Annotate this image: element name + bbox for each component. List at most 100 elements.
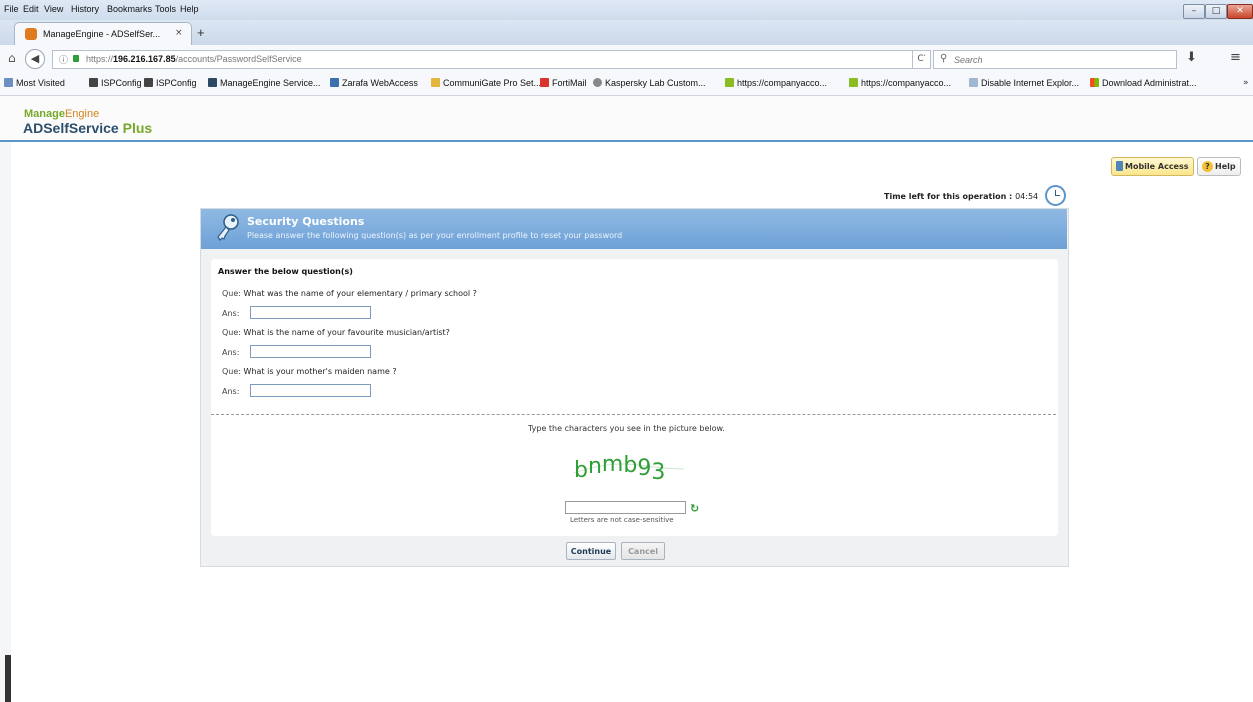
captcha-input[interactable]	[565, 501, 686, 514]
back-arrow-icon: ◀	[30, 52, 40, 65]
browser-tab[interactable]: ManageEngine - ADSelfSer... ×	[14, 22, 192, 46]
answer-3-input[interactable]	[250, 384, 371, 397]
divider	[211, 414, 1056, 415]
search-input[interactable]	[952, 52, 1171, 67]
bookmark-item[interactable]: ISPConfig	[144, 78, 197, 88]
bookmark-item[interactable]: Zarafa WebAccess	[330, 78, 418, 88]
captcha-refresh-icon[interactable]: ↻	[690, 502, 699, 515]
home-icon[interactable]: ⌂	[8, 51, 16, 65]
answer-1-input[interactable]	[250, 306, 371, 319]
bookmark-label: Download Administrat...	[1102, 78, 1197, 88]
bookmark-item[interactable]: Kaspersky Lab Custom...	[593, 78, 706, 88]
bookmark-label: CommuniGate Pro Set...	[443, 78, 542, 88]
captcha-char: b	[623, 453, 637, 478]
bookmark-label: ISPConfig	[156, 78, 197, 88]
mobile-icon	[1116, 161, 1123, 171]
close-window-button[interactable]: ✕	[1227, 4, 1253, 19]
bookmark-icon	[208, 78, 217, 87]
bookmark-label: FortiMail	[552, 78, 587, 88]
ans-label: Ans:	[222, 348, 240, 357]
reload-button[interactable]: C′	[912, 50, 931, 69]
bookmarks-bar: Most Visited ISPConfig ISPConfig ManageE…	[0, 73, 1253, 96]
brand-logo-top: ManageEngine	[24, 108, 99, 120]
captcha-char: n	[588, 454, 602, 479]
maximize-button[interactable]: □	[1205, 4, 1227, 19]
answer-2-input[interactable]	[250, 345, 371, 358]
captcha-instruction: Type the characters you see in the pictu…	[528, 424, 725, 433]
search-box[interactable]: ⚲	[933, 50, 1177, 69]
bookmark-item[interactable]: FortiMail	[540, 78, 587, 88]
bookmark-icon	[725, 78, 734, 87]
bookmark-icon	[89, 78, 98, 87]
bookmark-icon	[849, 78, 858, 87]
bookmark-item[interactable]: https://companyacco...	[725, 78, 827, 88]
bookmark-item[interactable]: Download Administrat...	[1090, 78, 1197, 88]
menu-icon[interactable]: ≡	[1230, 50, 1241, 65]
new-tab-button[interactable]: +	[197, 25, 205, 40]
mobile-access-button[interactable]: Mobile Access	[1111, 157, 1194, 176]
captcha-image: bnmb93	[573, 452, 685, 483]
time-left-label: Time left for this operation :	[884, 192, 1013, 201]
search-icon: ⚲	[940, 53, 948, 64]
clock-icon	[1045, 185, 1066, 206]
bookmark-label: ISPConfig	[101, 78, 142, 88]
bookmark-icon	[1090, 78, 1099, 87]
bookmark-label: https://companyacco...	[737, 78, 828, 88]
help-button[interactable]: ? Help	[1197, 157, 1241, 176]
help-icon: ?	[1202, 161, 1213, 172]
bookmark-item[interactable]: https://companyacco...	[849, 78, 951, 88]
bookmark-icon	[4, 78, 13, 87]
address-bar[interactable]: ⓘ https://196.216.167.85/accounts/Passwo…	[52, 50, 913, 69]
menu-bookmarks[interactable]: Bookmarks	[107, 4, 152, 14]
captcha-char: m	[602, 452, 623, 477]
key-icon	[217, 214, 239, 241]
question-text: What is the name of your favourite music…	[243, 328, 450, 337]
menu-file[interactable]: File	[4, 4, 19, 14]
continue-button[interactable]: Continue	[566, 542, 616, 560]
help-label: Help	[1215, 162, 1236, 171]
bookmark-item[interactable]: Disable Internet Explor...	[969, 78, 1079, 88]
bookmark-label: https://companyacco...	[861, 78, 952, 88]
form-card	[211, 259, 1058, 536]
tab-favicon-icon	[25, 28, 37, 40]
que-label: Que:	[222, 289, 241, 298]
question-3: Que: What is your mother's maiden name ?	[222, 367, 397, 376]
menu-view[interactable]: View	[44, 4, 63, 14]
reload-icon: C′	[917, 54, 926, 64]
menu-tools[interactable]: Tools	[155, 4, 176, 14]
back-button[interactable]: ◀	[25, 49, 45, 69]
time-left-text: Time left for this operation : 04:54	[884, 192, 1038, 201]
menu-edit[interactable]: Edit	[23, 4, 39, 14]
bookmark-item[interactable]: CommuniGate Pro Set...	[431, 78, 541, 88]
tab-title: ManageEngine - ADSelfSer...	[43, 29, 161, 39]
info-icon[interactable]: ⓘ	[59, 53, 68, 66]
minimize-button[interactable]: –	[1183, 4, 1205, 19]
brand-manage: Manage	[24, 108, 65, 120]
desktop-edge-bar	[5, 655, 11, 702]
case-sensitivity-note: Letters are not case-sensitive	[570, 516, 674, 524]
bookmark-item[interactable]: ISPConfig	[89, 78, 142, 88]
bookmark-icon	[144, 78, 153, 87]
answer-heading: Answer the below question(s)	[218, 267, 353, 276]
question-text: What was the name of your elementary / p…	[243, 289, 477, 298]
bookmark-item[interactable]: ManageEngine Service...	[208, 78, 321, 88]
url-text: https://196.216.167.85/accounts/Password…	[86, 54, 302, 64]
bookmark-item[interactable]: Most Visited	[4, 78, 65, 88]
tab-close-icon[interactable]: ×	[175, 28, 183, 38]
brand-plus: Plus	[118, 120, 153, 136]
menu-help[interactable]: Help	[180, 4, 199, 14]
ans-label: Ans:	[222, 387, 240, 396]
bookmark-label: Kaspersky Lab Custom...	[605, 78, 706, 88]
brand-logo-main: ADSelfService Plus	[23, 120, 152, 136]
app-header	[0, 96, 1253, 142]
captcha-char: 3	[651, 460, 665, 483]
bookmarks-overflow-button[interactable]: »	[1243, 78, 1249, 88]
que-label: Que:	[222, 328, 241, 337]
ans-label: Ans:	[222, 309, 240, 318]
download-icon[interactable]: ⬇	[1186, 50, 1197, 65]
mobile-access-label: Mobile Access	[1125, 162, 1189, 171]
cancel-button[interactable]: Cancel	[621, 542, 665, 560]
captcha-text: bnmb93	[574, 452, 665, 483]
menu-bar: File Edit View History Bookmarks Tools H…	[0, 0, 1253, 20]
menu-history[interactable]: History	[71, 4, 99, 14]
